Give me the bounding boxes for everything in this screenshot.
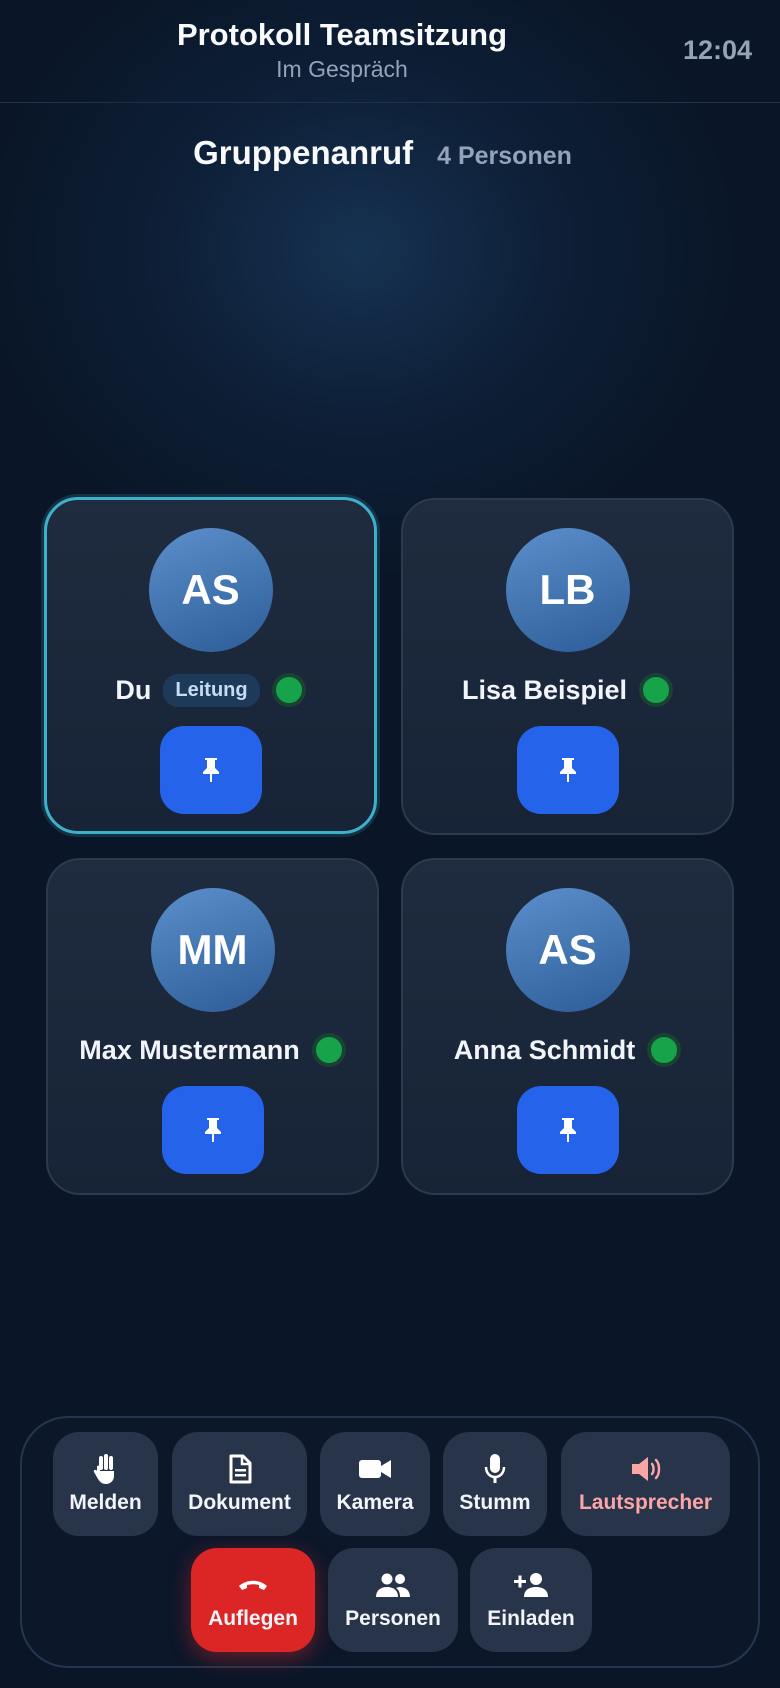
document-label: Dokument <box>188 1491 291 1514</box>
hangup-icon <box>237 1569 269 1601</box>
avatar: LB <box>505 528 630 652</box>
pin-icon <box>202 758 219 782</box>
call-heading: Gruppenanruf 4 Personen <box>0 134 780 172</box>
avatar: MM <box>150 888 275 1012</box>
speaker-icon <box>630 1453 662 1485</box>
call-controls-bar: Melden Dokument Kamera Stumm Lautspreche… <box>20 1416 760 1668</box>
avatar: AS <box>148 528 273 652</box>
mute-label: Stumm <box>459 1491 531 1514</box>
invite-button[interactable]: Einladen <box>470 1548 592 1652</box>
participant-count: 4 Personen <box>437 142 572 170</box>
call-status: Im Gespräch <box>276 56 408 82</box>
pin-button[interactable] <box>516 726 619 814</box>
camera-button[interactable]: Kamera <box>320 1432 430 1536</box>
participant-name: Lisa Beispiel <box>461 674 628 705</box>
pin-icon <box>559 1118 576 1142</box>
people-button[interactable]: Personen <box>328 1548 458 1652</box>
call-title: Protokoll Teamsitzung <box>176 17 508 52</box>
document-button[interactable]: Dokument <box>172 1432 307 1536</box>
hangup-label: Auflegen <box>208 1607 298 1630</box>
pin-icon <box>204 1118 221 1142</box>
pin-button[interactable] <box>161 1086 264 1174</box>
video-camera-icon <box>358 1453 392 1485</box>
participant-name: Du <box>115 674 152 705</box>
participant-name: Anna Schmidt <box>453 1034 636 1065</box>
avatar: AS <box>505 888 630 1012</box>
online-status-dot <box>639 673 674 707</box>
raise-hand-button[interactable]: Melden <box>53 1432 158 1536</box>
participant-tile[interactable]: MM Max Mustermann <box>46 858 379 1195</box>
raise-hand-label: Melden <box>69 1491 142 1514</box>
mute-button[interactable]: Stumm <box>443 1432 547 1536</box>
add-person-icon <box>513 1569 549 1601</box>
participant-name: Max Mustermann <box>79 1034 300 1065</box>
call-time: 12:04 <box>682 35 752 65</box>
online-status-dot <box>647 1033 682 1067</box>
microphone-icon <box>483 1453 507 1485</box>
pin-button[interactable] <box>159 726 262 814</box>
speaker-label: Lautsprecher <box>578 1491 713 1514</box>
camera-label: Kamera <box>336 1491 414 1514</box>
invite-label: Einladen <box>487 1607 575 1630</box>
people-label: Personen <box>345 1607 441 1630</box>
participant-tile-self[interactable]: AS Du Leitung <box>44 497 377 834</box>
call-type-label: Gruppenanruf <box>193 134 414 171</box>
pin-button[interactable] <box>516 1086 619 1174</box>
people-icon <box>375 1569 411 1601</box>
online-status-dot <box>311 1033 346 1067</box>
speaker-button[interactable]: Lautsprecher <box>561 1432 730 1536</box>
pin-icon <box>559 758 576 782</box>
document-icon <box>228 1453 252 1485</box>
participant-tile[interactable]: LB Lisa Beispiel <box>401 498 734 835</box>
participant-tile[interactable]: AS Anna Schmidt <box>401 858 734 1195</box>
online-status-dot <box>271 673 306 707</box>
call-header: Protokoll Teamsitzung Im Gespräch 12:04 <box>0 0 780 103</box>
hand-icon <box>92 1453 120 1485</box>
role-badge: Leitung <box>163 673 260 707</box>
hangup-button[interactable]: Auflegen <box>191 1548 315 1652</box>
